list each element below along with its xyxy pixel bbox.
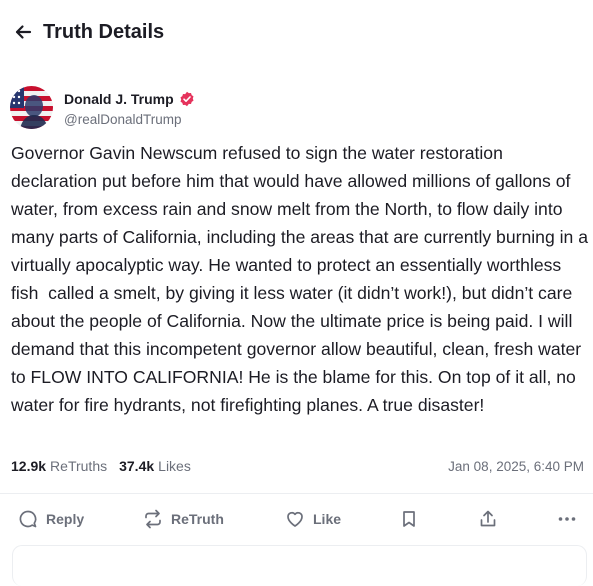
reply-label: Reply [46,511,85,527]
back-arrow-icon[interactable] [12,21,34,43]
like-icon [285,509,305,529]
page-header: Truth Details [12,17,164,47]
more-button[interactable] [557,505,577,533]
reply-icon [18,509,38,529]
author-name[interactable]: Donald J. Trump [64,91,174,107]
avatar[interactable] [10,86,53,129]
action-bar: Reply ReTruth Like [0,505,593,533]
more-icon [557,509,577,529]
post-text: Governor Gavin Newscum refused to sign t… [11,143,593,415]
retruths-label[interactable]: ReTruths [50,458,107,474]
share-icon [478,509,498,529]
bookmark-icon [399,509,419,529]
divider [0,493,593,494]
retruth-button[interactable]: ReTruth [143,505,224,533]
reply-card [12,545,587,586]
likes-label[interactable]: Likes [158,458,191,474]
bookmark-button[interactable] [399,505,419,533]
author-handle[interactable]: @realDonaldTrump [64,112,195,127]
likes-count[interactable]: 37.4k [119,458,154,474]
verified-badge-icon [179,91,195,107]
post-author: Donald J. Trump @realDonaldTrump [10,86,195,129]
like-label: Like [313,511,342,527]
post-date: Jan 08, 2025, 6:40 PM [448,458,584,474]
retruth-label: ReTruth [171,511,224,527]
page-title: Truth Details [43,20,165,43]
like-button[interactable]: Like [285,505,341,533]
post-stats: 12.9k ReTruths 37.4k Likes Jan 08, 2025,… [11,456,584,476]
share-button[interactable] [478,505,498,533]
retruths-count[interactable]: 12.9k [11,458,46,474]
reply-button[interactable]: Reply [18,505,84,533]
retruth-icon [143,509,163,529]
